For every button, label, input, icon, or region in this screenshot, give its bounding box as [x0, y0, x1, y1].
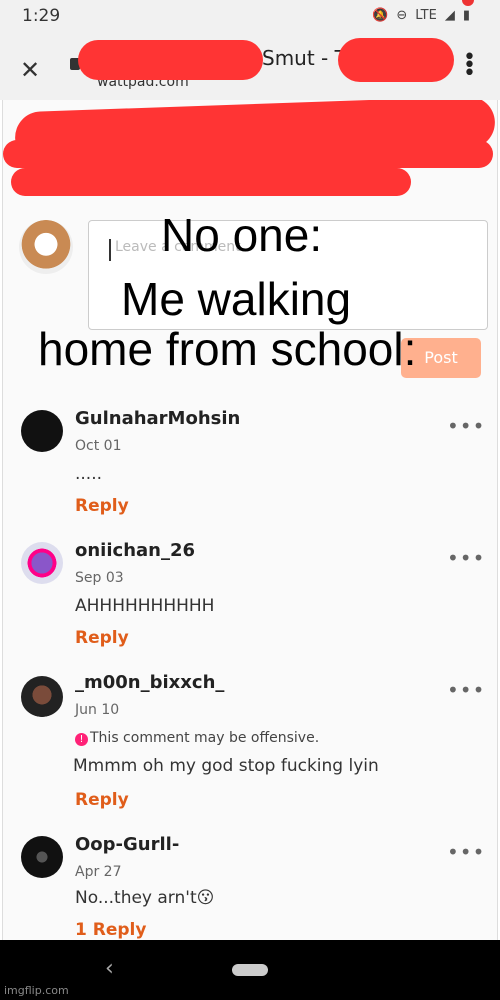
dnd-icon: ⊖	[396, 8, 408, 23]
comment-avatar[interactable]	[21, 542, 63, 584]
meme-line-1: No one:	[161, 209, 323, 261]
comment-text: AHHHHHHHHHH	[75, 596, 215, 616]
page-title: Smut - T	[262, 46, 347, 70]
redaction-mark	[78, 40, 263, 80]
system-nav-bar: ‹	[0, 940, 500, 1000]
comment-date: Oct 01	[75, 438, 122, 454]
comment-text: Mmmm oh my god stop fucking lyin	[73, 756, 379, 776]
comment-date: Apr 27	[75, 864, 122, 880]
alert-icon: !	[75, 733, 88, 746]
signal-icon: ◢	[444, 8, 455, 23]
comment-username[interactable]: oniichan_26	[75, 540, 195, 561]
watermark: imgflip.com	[4, 984, 69, 997]
back-icon[interactable]: ‹	[105, 956, 114, 981]
comment-date: Sep 03	[75, 570, 124, 586]
comment-username[interactable]: Oop-Gurll-	[75, 834, 179, 855]
comment-menu-icon[interactable]: •••	[447, 840, 485, 864]
comment-avatar[interactable]	[21, 676, 63, 718]
meme-line-3: home from school:	[38, 323, 417, 375]
notification-dot	[462, 0, 474, 6]
meme-line-2: Me walking	[121, 273, 352, 325]
mute-icon: 🔕	[372, 8, 389, 23]
comment-date: Jun 10	[75, 702, 120, 718]
comment-text: No...they arn't😗	[75, 888, 215, 908]
status-bar: 1:29 🔕 ⊖ LTE ◢ ▮	[0, 0, 500, 34]
clock: 1:29	[22, 6, 61, 26]
comment-username[interactable]: _m00n_bixxch_	[75, 672, 224, 693]
redaction-mark	[338, 38, 454, 82]
battery-icon: ▮	[462, 8, 470, 23]
redaction-mark	[3, 140, 493, 168]
reply-link[interactable]: Reply	[75, 790, 129, 810]
reply-link[interactable]: 1 Reply	[75, 920, 146, 940]
reply-link[interactable]: Reply	[75, 628, 129, 648]
network-label: LTE	[415, 8, 437, 23]
home-pill[interactable]	[232, 964, 268, 976]
comment-menu-icon[interactable]: •••	[447, 414, 485, 438]
comment-avatar[interactable]	[21, 836, 63, 878]
my-avatar	[19, 220, 73, 274]
more-menu-icon[interactable]: • • •	[463, 47, 476, 85]
comment-username[interactable]: GulnaharMohsin	[75, 408, 240, 429]
redaction-mark	[11, 168, 411, 196]
comment-avatar[interactable]	[21, 410, 63, 452]
text-cursor	[109, 239, 111, 261]
comment-menu-icon[interactable]: •••	[447, 678, 485, 702]
close-icon[interactable]: ✕	[20, 56, 40, 84]
comment-text: .....	[75, 464, 103, 484]
offensive-warning: ! This comment may be offensive.	[75, 730, 319, 746]
comments-page: Leave a comment Post No one: Me walking …	[2, 100, 498, 940]
comment-menu-icon[interactable]: •••	[447, 546, 485, 570]
reply-link[interactable]: Reply	[75, 496, 129, 516]
